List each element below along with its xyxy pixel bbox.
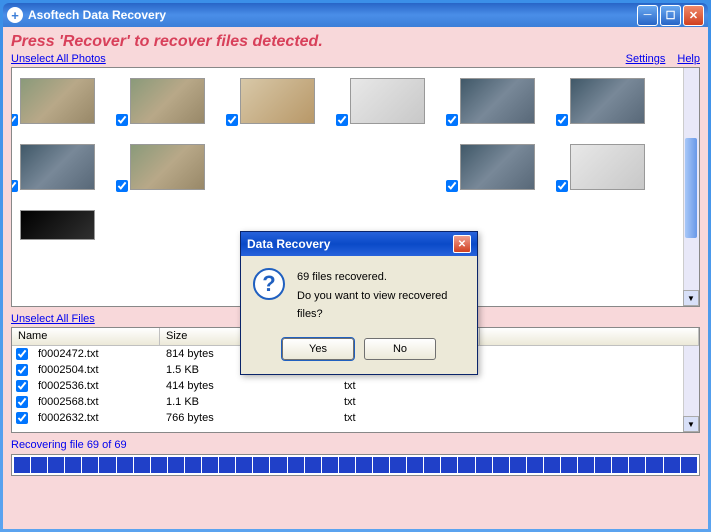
photo-thumb [240, 78, 315, 124]
file-checkbox[interactable] [16, 348, 28, 360]
file-size: 766 bytes [160, 412, 338, 424]
photo-item[interactable] [460, 78, 535, 124]
instruction-text: Press 'Recover' to recover files detecte… [11, 33, 700, 51]
file-name: f0002632.txt [32, 412, 160, 424]
photo-thumb [20, 210, 95, 240]
status-text: Recovering file 69 of 69 [11, 439, 700, 451]
dialog-line2: Do you want to view recovered files? [297, 287, 465, 324]
progress-bar [11, 454, 700, 476]
photo-thumb [570, 144, 645, 190]
photo-checkbox[interactable] [11, 114, 18, 126]
photo-checkbox[interactable] [226, 114, 238, 126]
file-ext: txt [338, 380, 362, 392]
file-name: f0002504.txt [32, 364, 160, 376]
photo-item[interactable] [570, 144, 645, 190]
photo-checkbox[interactable] [556, 180, 568, 192]
photo-checkbox[interactable] [336, 114, 348, 126]
photo-scrollbar[interactable] [683, 68, 699, 306]
file-ext: txt [338, 396, 362, 408]
photo-item[interactable] [350, 78, 425, 124]
photo-item[interactable] [20, 78, 95, 124]
photo-thumb [350, 78, 425, 124]
photo-checkbox[interactable] [446, 180, 458, 192]
file-scroll-down-button[interactable]: ▼ [683, 416, 699, 432]
dialog: Data Recovery ✕ ? 69 files recovered. Do… [240, 231, 478, 375]
photo-checkbox[interactable] [556, 114, 568, 126]
scroll-down-button[interactable]: ▼ [683, 290, 699, 306]
app-window: + Asoftech Data Recovery ─ ☐ ✕ Press 'Re… [0, 0, 711, 532]
file-name: f0002536.txt [32, 380, 160, 392]
file-size: 1.1 KB [160, 396, 338, 408]
question-icon: ? [253, 268, 285, 300]
photo-item[interactable] [240, 78, 315, 124]
photo-checkbox[interactable] [446, 114, 458, 126]
photo-thumb [460, 78, 535, 124]
photo-thumb [570, 78, 645, 124]
file-checkbox[interactable] [16, 380, 28, 392]
help-link[interactable]: Help [677, 53, 700, 65]
photo-item[interactable] [570, 78, 645, 124]
file-row[interactable]: f0002536.txt414 bytestxt [12, 378, 699, 394]
file-row[interactable]: f0002568.txt1.1 KBtxt [12, 394, 699, 410]
col-header-rest[interactable] [480, 328, 699, 345]
content-area: Press 'Recover' to recover files detecte… [3, 27, 708, 529]
app-icon: + [7, 7, 23, 23]
photo-thumb [20, 78, 95, 124]
settings-link[interactable]: Settings [626, 53, 666, 65]
photo-thumb [20, 144, 95, 190]
col-header-name[interactable]: Name [12, 328, 160, 345]
no-button[interactable]: No [364, 338, 436, 360]
close-button[interactable]: ✕ [683, 5, 704, 26]
minimize-button[interactable]: ─ [637, 5, 658, 26]
photo-checkbox[interactable] [116, 114, 128, 126]
photo-thumb [130, 144, 205, 190]
file-ext: txt [338, 412, 362, 424]
dialog-titlebar: Data Recovery ✕ [241, 232, 477, 256]
file-checkbox[interactable] [16, 396, 28, 408]
scroll-thumb[interactable] [685, 138, 697, 238]
photo-checkbox[interactable] [116, 180, 128, 192]
dialog-title-text: Data Recovery [247, 237, 330, 251]
photo-thumb [460, 144, 535, 190]
photo-item[interactable] [460, 144, 535, 190]
file-checkbox[interactable] [16, 364, 28, 376]
photo-item[interactable] [130, 78, 205, 124]
dialog-line1: 69 files recovered. [297, 268, 465, 287]
maximize-button[interactable]: ☐ [660, 5, 681, 26]
photo-checkbox[interactable] [11, 180, 18, 192]
dialog-close-button[interactable]: ✕ [453, 235, 471, 253]
photo-item[interactable] [20, 144, 95, 190]
titlebar: + Asoftech Data Recovery ─ ☐ ✕ [3, 3, 708, 27]
photo-item[interactable] [20, 210, 95, 240]
yes-button[interactable]: Yes [282, 338, 354, 360]
photo-item[interactable] [130, 144, 205, 190]
unselect-all-files-link[interactable]: Unselect All Files [11, 313, 95, 325]
file-size: 414 bytes [160, 380, 338, 392]
unselect-all-photos-link[interactable]: Unselect All Photos [11, 53, 106, 65]
app-title: Asoftech Data Recovery [28, 8, 166, 22]
file-checkbox[interactable] [16, 412, 28, 424]
photo-thumb [130, 78, 205, 124]
file-row[interactable]: f0002632.txt766 bytestxt [12, 410, 699, 426]
file-name: f0002568.txt [32, 396, 160, 408]
dialog-message: 69 files recovered. Do you want to view … [297, 268, 465, 324]
file-name: f0002472.txt [32, 348, 160, 360]
